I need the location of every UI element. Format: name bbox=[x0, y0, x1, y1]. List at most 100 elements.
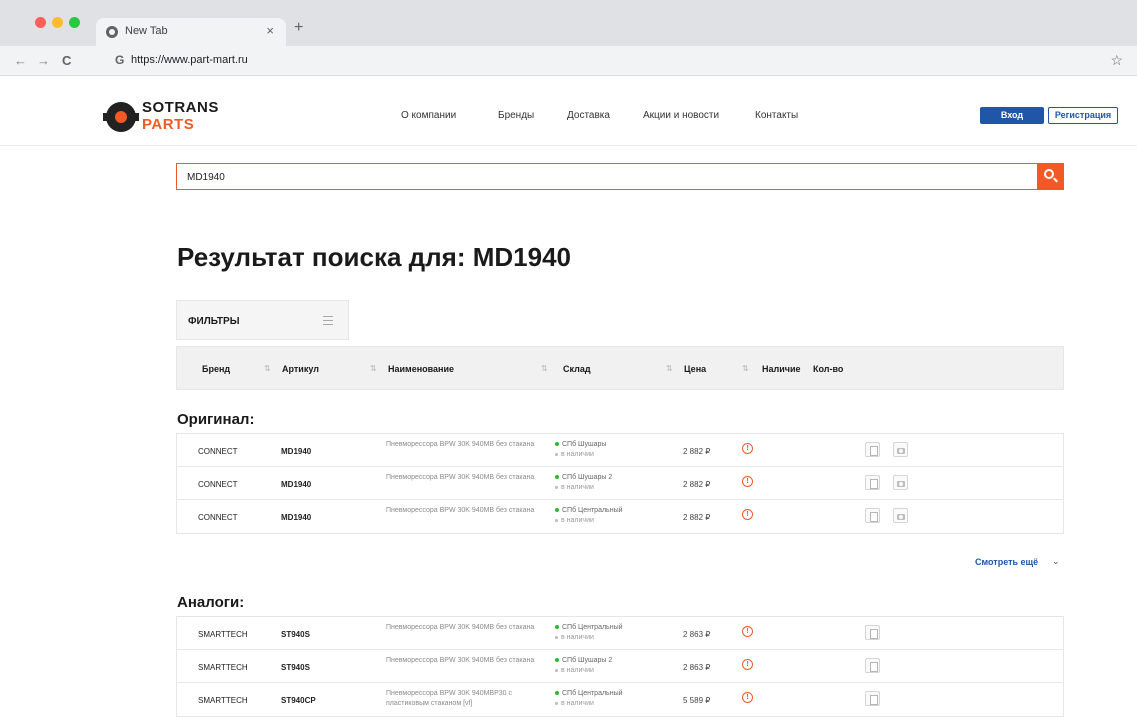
cell-warehouse: СПб Шушары 2 в наличии bbox=[555, 656, 665, 676]
cell-article[interactable]: MD1940 bbox=[281, 447, 311, 456]
cell-article[interactable]: ST940S bbox=[281, 630, 310, 639]
sort-icon[interactable]: ⇅ bbox=[264, 364, 271, 373]
cell-price: 2 882 ₽ bbox=[683, 480, 711, 489]
cell-brand: SMARTTECH bbox=[198, 663, 248, 672]
window-maximize-button[interactable] bbox=[69, 17, 80, 28]
document-icon[interactable] bbox=[865, 442, 880, 457]
column-header-availability[interactable]: Наличие bbox=[762, 364, 801, 374]
availability-text: в наличии bbox=[561, 517, 594, 524]
sort-icon[interactable]: ⇅ bbox=[742, 364, 749, 373]
filters-label: ФИЛЬТРЫ bbox=[188, 316, 240, 327]
table-header: Бренд ⇅ Артикул ⇅ Наименование ⇅ Склад ⇅… bbox=[176, 346, 1064, 390]
sort-icon[interactable]: ⇅ bbox=[541, 364, 548, 373]
cell-warehouse: СПб Центральный в наличии bbox=[555, 623, 665, 643]
chevron-down-icon[interactable]: ⌄ bbox=[1052, 556, 1060, 567]
sort-icon[interactable]: ⇅ bbox=[666, 364, 673, 373]
cell-warehouse: СПб Шушары 2 в наличии bbox=[555, 473, 665, 493]
cell-warehouse: СПб Центральный в наличии bbox=[555, 506, 665, 526]
document-icon[interactable] bbox=[865, 658, 880, 673]
section-title-original: Оригинал: bbox=[177, 411, 255, 428]
search-bar bbox=[176, 163, 1064, 190]
in-stock-dot-icon bbox=[555, 691, 559, 696]
document-icon[interactable] bbox=[865, 691, 880, 706]
tab-close-icon[interactable]: × bbox=[266, 23, 274, 38]
warehouse-name: СПб Центральный bbox=[562, 690, 623, 697]
in-stock-dot-icon bbox=[555, 658, 559, 663]
cell-article[interactable]: MD1940 bbox=[281, 480, 311, 489]
cell-price: 2 863 ₽ bbox=[683, 663, 711, 672]
url-field[interactable]: https://www.part-mart.ru bbox=[131, 54, 248, 66]
table-row[interactable]: SMARTTECH ST940S Пневморессора BPW 30K 9… bbox=[177, 650, 1063, 683]
filters-button[interactable]: ФИЛЬТРЫ bbox=[176, 300, 349, 340]
info-icon[interactable]: ! bbox=[742, 626, 753, 637]
nav-link-news[interactable]: Акции и новости bbox=[643, 110, 719, 121]
availability-text: в наличии bbox=[561, 700, 594, 707]
browser-tab[interactable]: New Tab × bbox=[96, 18, 286, 46]
nav-link-delivery[interactable]: Доставка bbox=[567, 110, 610, 121]
cell-price: 2 882 ₽ bbox=[683, 447, 711, 456]
cell-price: 5 589 ₽ bbox=[683, 696, 711, 705]
table-row[interactable]: CONNECT MD1940 Пневморессора BPW 30K 940… bbox=[177, 500, 1063, 533]
warehouse-name: СПб Шушары bbox=[562, 441, 607, 448]
login-button[interactable]: Вход bbox=[980, 107, 1044, 124]
info-icon[interactable]: ! bbox=[742, 476, 753, 487]
nav-link-brands[interactable]: Бренды bbox=[498, 110, 534, 121]
gear-logo-icon bbox=[103, 102, 139, 132]
in-stock-dot-icon bbox=[555, 475, 559, 480]
column-header-warehouse[interactable]: Склад bbox=[563, 364, 591, 374]
table-row[interactable]: CONNECT MD1940 Пневморессора BPW 30K 940… bbox=[177, 467, 1063, 500]
camera-icon[interactable] bbox=[893, 475, 908, 490]
back-icon[interactable]: ← bbox=[14, 53, 27, 68]
cell-name[interactable]: Пневморессора BPW 30K 940MB без стакана bbox=[386, 506, 546, 516]
document-icon[interactable] bbox=[865, 625, 880, 640]
table-row[interactable]: SMARTTECH ST940CP Пневморессора BPW 30K … bbox=[177, 683, 1063, 716]
sort-icon[interactable]: ⇅ bbox=[370, 364, 377, 373]
cell-brand: CONNECT bbox=[198, 447, 238, 456]
address-bar: ← → C G https://www.part-mart.ru ☆ bbox=[0, 46, 1137, 76]
table-row[interactable]: SMARTTECH ST940S Пневморессора BPW 30K 9… bbox=[177, 617, 1063, 650]
nav-link-contacts[interactable]: Контакты bbox=[755, 110, 798, 121]
window-minimize-button[interactable] bbox=[52, 17, 63, 28]
cell-price: 2 863 ₽ bbox=[683, 630, 711, 639]
column-header-brand[interactable]: Бренд bbox=[202, 364, 230, 374]
register-button[interactable]: Регистрация bbox=[1048, 107, 1118, 124]
cell-name[interactable]: Пневморессора BPW 30K 940MBP30 с пластик… bbox=[386, 689, 546, 709]
column-header-article[interactable]: Артикул bbox=[282, 364, 319, 374]
show-more-link[interactable]: Смотреть ещё bbox=[975, 557, 1038, 567]
cell-article[interactable]: ST940S bbox=[281, 663, 310, 672]
info-icon[interactable]: ! bbox=[742, 443, 753, 454]
cell-name[interactable]: Пневморессора BPW 30K 940MB без стакана bbox=[386, 623, 546, 633]
cell-article[interactable]: MD1940 bbox=[281, 513, 311, 522]
camera-icon[interactable] bbox=[893, 508, 908, 523]
cell-name[interactable]: Пневморессора BPW 30K 940MB без стакана bbox=[386, 440, 546, 450]
info-icon[interactable]: ! bbox=[742, 692, 753, 703]
window-close-button[interactable] bbox=[35, 17, 46, 28]
warehouse-name: СПб Центральный bbox=[562, 507, 623, 514]
info-icon[interactable]: ! bbox=[742, 509, 753, 520]
table-row[interactable]: CONNECT MD1940 Пневморессора BPW 30K 940… bbox=[177, 434, 1063, 467]
info-icon[interactable]: ! bbox=[742, 659, 753, 670]
availability-text: в наличии bbox=[561, 484, 594, 491]
page-title: Результат поиска для: MD1940 bbox=[177, 242, 571, 272]
availability-text: в наличии bbox=[561, 451, 594, 458]
logo-text-sotrans: SOTRANS bbox=[142, 99, 219, 116]
warehouse-name: СПб Центральный bbox=[562, 624, 623, 631]
column-header-name[interactable]: Наименование bbox=[388, 364, 454, 374]
reload-icon[interactable]: C bbox=[62, 53, 71, 68]
new-tab-button[interactable]: + bbox=[294, 19, 303, 37]
search-input[interactable] bbox=[187, 170, 1007, 184]
bookmark-star-icon[interactable]: ☆ bbox=[1110, 52, 1123, 69]
forward-icon[interactable]: → bbox=[37, 53, 50, 68]
in-stock-dot-icon bbox=[555, 625, 559, 630]
cell-name[interactable]: Пневморессора BPW 30K 940MB без стакана bbox=[386, 656, 546, 666]
cell-name[interactable]: Пневморессора BPW 30K 940MB без стакана bbox=[386, 473, 546, 483]
camera-icon[interactable] bbox=[893, 442, 908, 457]
document-icon[interactable] bbox=[865, 508, 880, 523]
cell-article[interactable]: ST940CP bbox=[281, 696, 316, 705]
google-icon: G bbox=[115, 53, 125, 67]
analogs-table: SMARTTECH ST940S Пневморессора BPW 30K 9… bbox=[176, 616, 1064, 717]
search-button[interactable] bbox=[1037, 163, 1064, 190]
nav-link-about[interactable]: О компании bbox=[401, 110, 456, 121]
column-header-price[interactable]: Цена bbox=[684, 364, 706, 374]
document-icon[interactable] bbox=[865, 475, 880, 490]
